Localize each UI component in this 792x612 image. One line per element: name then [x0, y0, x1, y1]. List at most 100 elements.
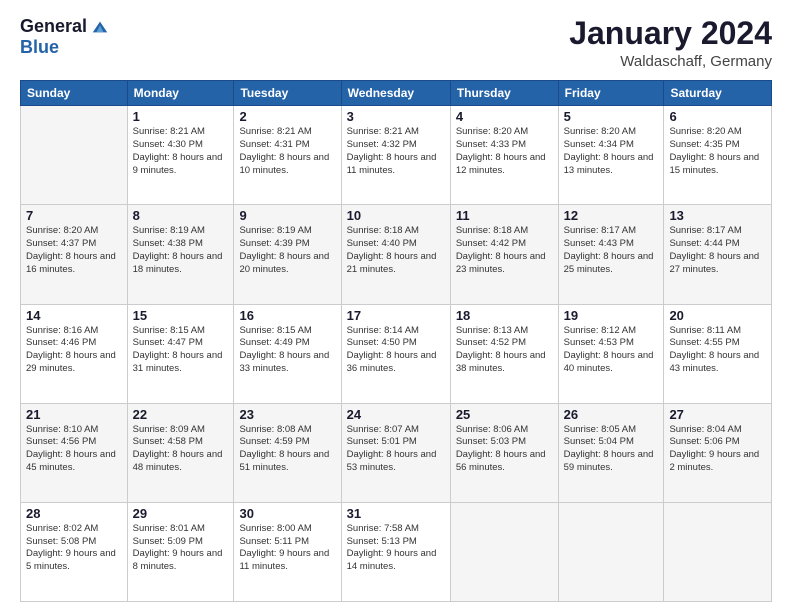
header: General Blue January 2024 Waldaschaff, G…	[20, 16, 772, 70]
day-info: Sunrise: 8:17 AMSunset: 4:44 PMDaylight:…	[669, 225, 766, 276]
calendar-cell: 9 Sunrise: 8:19 AMSunset: 4:39 PMDaylight…	[234, 205, 341, 304]
calendar-cell	[558, 502, 664, 601]
calendar-cell	[664, 502, 772, 601]
col-saturday: Saturday	[664, 81, 772, 106]
day-number: 17	[347, 308, 445, 323]
week-row-5: 28 Sunrise: 8:02 AMSunset: 5:08 PMDayligh…	[21, 502, 772, 601]
day-number: 12	[564, 208, 659, 223]
page: General Blue January 2024 Waldaschaff, G…	[0, 0, 792, 612]
day-number: 31	[347, 506, 445, 521]
calendar-cell: 11 Sunrise: 8:18 AMSunset: 4:42 PMDayligh…	[450, 205, 558, 304]
weekday-header-row: Sunday Monday Tuesday Wednesday Thursday…	[21, 81, 772, 106]
day-info: Sunrise: 8:20 AMSunset: 4:34 PMDaylight:…	[564, 126, 659, 177]
day-number: 30	[239, 506, 335, 521]
logo-general: General	[20, 16, 87, 37]
calendar-cell: 18 Sunrise: 8:13 AMSunset: 4:52 PMDayligh…	[450, 304, 558, 403]
calendar-cell: 10Sunrise: 8:18 AMSunset: 4:40 PMDayligh…	[341, 205, 450, 304]
day-number: 5	[564, 109, 659, 124]
day-info: Sunrise: 8:02 AMSunset: 5:08 PMDaylight:…	[26, 523, 122, 574]
calendar-cell: 20 Sunrise: 8:11 AMSunset: 4:55 PMDayligh…	[664, 304, 772, 403]
day-info: Sunrise: 8:17 AMSunset: 4:43 PMDaylight:…	[564, 225, 659, 276]
title-block: January 2024 Waldaschaff, Germany	[569, 16, 772, 70]
col-friday: Friday	[558, 81, 664, 106]
day-info: Sunrise: 8:18 AMSunset: 4:42 PMDaylight:…	[456, 225, 553, 276]
day-info: Sunrise: 8:09 AMSunset: 4:58 PMDaylight:…	[133, 424, 229, 475]
day-info: Sunrise: 8:04 AMSunset: 5:06 PMDaylight:…	[669, 424, 766, 475]
day-number: 28	[26, 506, 122, 521]
week-row-4: 21 Sunrise: 8:10 AMSunset: 4:56 PMDayligh…	[21, 403, 772, 502]
day-number: 20	[669, 308, 766, 323]
logo-icon	[91, 18, 109, 36]
col-thursday: Thursday	[450, 81, 558, 106]
day-info: Sunrise: 8:05 AMSunset: 5:04 PMDaylight:…	[564, 424, 659, 475]
day-info: Sunrise: 8:16 AMSunset: 4:46 PMDaylight:…	[26, 325, 122, 376]
day-info: Sunrise: 8:15 AMSunset: 4:47 PMDaylight:…	[133, 325, 229, 376]
calendar-cell: 12 Sunrise: 8:17 AMSunset: 4:43 PMDayligh…	[558, 205, 664, 304]
day-info: Sunrise: 8:08 AMSunset: 4:59 PMDaylight:…	[239, 424, 335, 475]
calendar-cell: 2Sunrise: 8:21 AMSunset: 4:31 PMDaylight…	[234, 106, 341, 205]
day-number: 8	[133, 208, 229, 223]
day-info: Sunrise: 8:10 AMSunset: 4:56 PMDaylight:…	[26, 424, 122, 475]
day-number: 18	[456, 308, 553, 323]
day-info: Sunrise: 8:20 AMSunset: 4:35 PMDaylight:…	[669, 126, 766, 177]
day-number: 16	[239, 308, 335, 323]
calendar-cell: 17 Sunrise: 8:14 AMSunset: 4:50 PMDayligh…	[341, 304, 450, 403]
day-number: 13	[669, 208, 766, 223]
day-number: 24	[347, 407, 445, 422]
day-number: 9	[239, 208, 335, 223]
calendar-cell: 3Sunrise: 8:21 AMSunset: 4:32 PMDaylight…	[341, 106, 450, 205]
day-number: 3	[347, 109, 445, 124]
day-number: 29	[133, 506, 229, 521]
day-info: Sunrise: 8:11 AMSunset: 4:55 PMDaylight:…	[669, 325, 766, 376]
col-wednesday: Wednesday	[341, 81, 450, 106]
day-number: 1	[133, 109, 229, 124]
day-info: Sunrise: 8:15 AMSunset: 4:49 PMDaylight:…	[239, 325, 335, 376]
day-number: 14	[26, 308, 122, 323]
day-number: 21	[26, 407, 122, 422]
day-info: Sunrise: 8:21 AMSunset: 4:31 PMDaylight:…	[239, 126, 335, 177]
calendar-cell: 28 Sunrise: 8:02 AMSunset: 5:08 PMDayligh…	[21, 502, 128, 601]
day-info: Sunrise: 8:01 AMSunset: 5:09 PMDaylight:…	[133, 523, 229, 574]
calendar-cell: 24 Sunrise: 8:07 AMSunset: 5:01 PMDayligh…	[341, 403, 450, 502]
day-number: 23	[239, 407, 335, 422]
col-sunday: Sunday	[21, 81, 128, 106]
day-info: Sunrise: 8:13 AMSunset: 4:52 PMDaylight:…	[456, 325, 553, 376]
day-info: Sunrise: 8:00 AMSunset: 5:11 PMDaylight:…	[239, 523, 335, 574]
day-number: 22	[133, 407, 229, 422]
day-info: Sunrise: 8:18 AMSunset: 4:40 PMDaylight:…	[347, 225, 445, 276]
calendar-cell: 5 Sunrise: 8:20 AMSunset: 4:34 PMDaylight…	[558, 106, 664, 205]
calendar-cell: 13 Sunrise: 8:17 AMSunset: 4:44 PMDayligh…	[664, 205, 772, 304]
day-info: Sunrise: 8:19 AMSunset: 4:39 PMDaylight:…	[239, 225, 335, 276]
day-info: Sunrise: 8:21 AMSunset: 4:30 PMDaylight:…	[133, 126, 229, 177]
calendar-cell: 6 Sunrise: 8:20 AMSunset: 4:35 PMDaylight…	[664, 106, 772, 205]
day-info: Sunrise: 8:14 AMSunset: 4:50 PMDaylight:…	[347, 325, 445, 376]
day-number: 11	[456, 208, 553, 223]
calendar-cell: 23 Sunrise: 8:08 AMSunset: 4:59 PMDayligh…	[234, 403, 341, 502]
calendar-cell: 14 Sunrise: 8:16 AMSunset: 4:46 PMDayligh…	[21, 304, 128, 403]
calendar-cell: 22 Sunrise: 8:09 AMSunset: 4:58 PMDayligh…	[127, 403, 234, 502]
calendar-table: Sunday Monday Tuesday Wednesday Thursday…	[20, 80, 772, 602]
logo: General Blue	[20, 16, 109, 58]
week-row-3: 14 Sunrise: 8:16 AMSunset: 4:46 PMDayligh…	[21, 304, 772, 403]
location-subtitle: Waldaschaff, Germany	[569, 53, 772, 70]
day-info: Sunrise: 8:20 AMSunset: 4:33 PMDaylight:…	[456, 126, 553, 177]
day-number: 4	[456, 109, 553, 124]
day-info: Sunrise: 8:07 AMSunset: 5:01 PMDaylight:…	[347, 424, 445, 475]
calendar-cell: 8 Sunrise: 8:19 AMSunset: 4:38 PMDaylight…	[127, 205, 234, 304]
calendar-cell: 16 Sunrise: 8:15 AMSunset: 4:49 PMDayligh…	[234, 304, 341, 403]
calendar-cell: 31Sunrise: 7:58 AMSunset: 5:13 PMDayligh…	[341, 502, 450, 601]
day-number: 25	[456, 407, 553, 422]
day-number: 27	[669, 407, 766, 422]
calendar-cell: 29 Sunrise: 8:01 AMSunset: 5:09 PMDayligh…	[127, 502, 234, 601]
day-number: 19	[564, 308, 659, 323]
day-number: 7	[26, 208, 122, 223]
day-info: Sunrise: 8:12 AMSunset: 4:53 PMDaylight:…	[564, 325, 659, 376]
week-row-2: 7Sunrise: 8:20 AMSunset: 4:37 PMDaylight…	[21, 205, 772, 304]
calendar-cell: 21 Sunrise: 8:10 AMSunset: 4:56 PMDayligh…	[21, 403, 128, 502]
calendar-cell: 26Sunrise: 8:05 AMSunset: 5:04 PMDayligh…	[558, 403, 664, 502]
calendar-cell: 30 Sunrise: 8:00 AMSunset: 5:11 PMDayligh…	[234, 502, 341, 601]
col-tuesday: Tuesday	[234, 81, 341, 106]
day-info: Sunrise: 8:19 AMSunset: 4:38 PMDaylight:…	[133, 225, 229, 276]
day-number: 6	[669, 109, 766, 124]
day-number: 15	[133, 308, 229, 323]
